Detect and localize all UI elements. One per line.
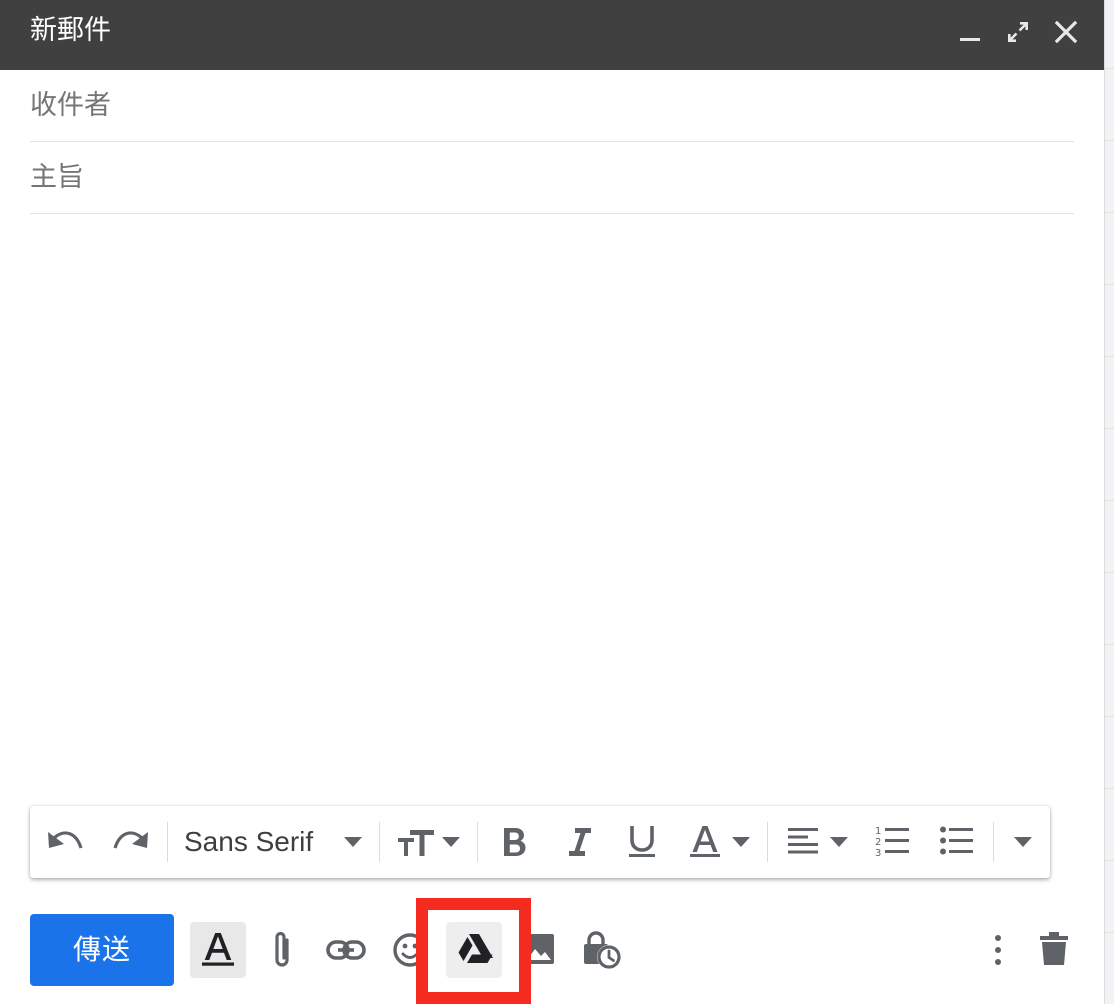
close-button[interactable]	[1046, 12, 1086, 52]
message-body[interactable]	[30, 222, 1074, 792]
font-family-select[interactable]: Sans Serif	[180, 806, 370, 878]
to-input[interactable]	[30, 70, 1074, 141]
subject-field[interactable]: 主旨	[30, 142, 1074, 214]
toolbar-separator	[477, 822, 478, 862]
more-vertical-icon	[995, 935, 1001, 965]
confidential-mode-icon	[584, 931, 621, 969]
attach-file-button[interactable]	[254, 922, 310, 978]
text-color-button[interactable]	[684, 806, 756, 878]
discard-draft-button[interactable]	[1026, 922, 1082, 978]
font-size-button[interactable]	[392, 806, 464, 878]
undo-icon	[48, 831, 83, 849]
undo-button[interactable]	[42, 806, 88, 878]
insert-photo-button[interactable]	[518, 922, 558, 978]
toolbar-separator	[993, 822, 994, 862]
insert-link-button[interactable]	[318, 922, 374, 978]
svg-text:3: 3	[875, 848, 881, 858]
text-color-icon	[690, 826, 720, 857]
chevron-down-icon	[442, 837, 460, 847]
more-formatting-icon	[1014, 837, 1032, 847]
redo-icon	[113, 831, 148, 849]
bulleted-list-icon	[940, 826, 973, 855]
google-drive-icon	[458, 934, 493, 963]
toolbar-separator	[167, 822, 168, 862]
trash-icon	[1040, 932, 1068, 965]
redo-button[interactable]	[108, 806, 154, 878]
more-options-button[interactable]	[970, 922, 1026, 978]
insert-emoji-icon	[393, 933, 427, 967]
underline-button[interactable]	[620, 806, 666, 878]
subject-input[interactable]	[30, 142, 1074, 213]
numbered-list-icon: 1 2 3	[875, 826, 909, 858]
formatting-options-icon	[202, 933, 234, 966]
chevron-down-icon	[344, 837, 362, 847]
to-field[interactable]: 收件者	[30, 70, 1074, 142]
expand-icon	[1008, 22, 1028, 42]
compose-title: 新郵件	[30, 15, 111, 46]
formatting-options-button[interactable]	[190, 922, 246, 978]
align-left-icon	[788, 828, 818, 854]
insert-link-icon	[326, 940, 366, 960]
underline-icon	[629, 826, 655, 857]
fullscreen-button[interactable]	[998, 12, 1038, 52]
compose-window: 新郵件 收件者 主旨 Sans Serif 1 2 3 傳送	[0, 0, 1104, 1004]
minimize-icon	[960, 38, 980, 41]
chevron-down-icon	[830, 837, 848, 847]
align-button[interactable]	[782, 806, 854, 878]
minimize-button[interactable]	[950, 12, 990, 52]
bold-button[interactable]	[492, 806, 538, 878]
insert-emoji-button[interactable]	[382, 922, 427, 978]
background-page-edge	[1104, 0, 1114, 1004]
font-size-icon	[398, 830, 434, 856]
formatting-toolbar: Sans Serif 1 2 3	[30, 806, 1050, 878]
google-drive-button[interactable]	[446, 922, 502, 978]
compose-titlebar[interactable]: 新郵件	[0, 0, 1104, 70]
bulleted-list-button[interactable]	[932, 806, 978, 878]
attach-file-icon	[275, 931, 289, 967]
close-icon	[1054, 20, 1078, 44]
italic-button[interactable]	[556, 806, 602, 878]
chevron-down-icon	[732, 837, 750, 847]
svg-text:2: 2	[875, 837, 881, 848]
numbered-list-button[interactable]: 1 2 3	[868, 806, 914, 878]
toolbar-separator	[379, 822, 380, 862]
send-button[interactable]: 傳送	[30, 914, 174, 986]
italic-icon	[569, 828, 591, 856]
bold-icon	[504, 828, 526, 856]
insert-photo-icon	[524, 934, 554, 964]
font-family-label: Sans Serif	[184, 826, 314, 857]
confidential-mode-button[interactable]	[574, 922, 630, 978]
svg-text:1: 1	[875, 826, 881, 837]
more-formatting-button[interactable]	[1002, 806, 1046, 878]
toolbar-separator	[767, 822, 768, 862]
